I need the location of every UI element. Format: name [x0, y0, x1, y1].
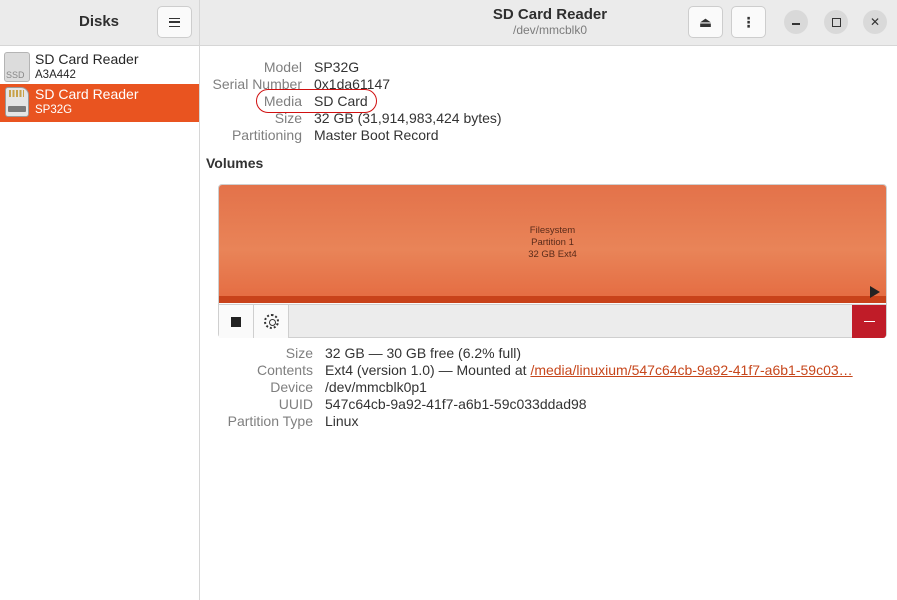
- mount-point-link[interactable]: /media/linuxium/547c64cb-9a92-41f7-a6b1-…: [530, 362, 852, 378]
- device-label: Device: [270, 379, 313, 395]
- disk-model: A3A442: [35, 69, 76, 81]
- partitioning-row: Partitioning Master Boot Record: [206, 127, 806, 144]
- disk-name: SD Card Reader: [35, 86, 139, 102]
- model-value: SP32G: [314, 59, 360, 75]
- model-row: Model SP32G: [206, 59, 806, 76]
- uuid-value: 547c64cb-9a92-41f7-a6b1-59c033ddad98: [325, 396, 587, 412]
- sd-card-icon: [5, 87, 29, 117]
- header-bar: Disks SD Card Reader /dev/mmcblk0 ⏏ ⋮ ✕: [0, 0, 897, 46]
- delete-partition-button[interactable]: [852, 305, 886, 338]
- volume-toolbar: [219, 304, 886, 338]
- window-subtitle: /dev/mmcblk0: [512, 23, 588, 37]
- drive-options-button[interactable]: ⋮: [731, 6, 766, 38]
- ssd-label: SSD: [6, 70, 25, 80]
- partitioning-label: Partitioning: [231, 127, 302, 143]
- disk-list-item-selected[interactable]: SD Card Reader SP32G: [0, 84, 199, 122]
- contents-text: Ext4 (version 1.0) — Mounted at: [325, 362, 531, 378]
- disk-name: SD Card Reader: [35, 51, 139, 67]
- maximize-icon: [831, 17, 841, 27]
- uuid-label: UUID: [278, 396, 313, 412]
- sidebar-header: Disks: [0, 0, 200, 45]
- ssd-drive-icon: SSD: [4, 52, 30, 82]
- unmount-button[interactable]: [219, 305, 254, 338]
- partition-type-text: Filesystem: [529, 225, 576, 236]
- hamburger-icon: [169, 17, 180, 27]
- partition-options-button[interactable]: [254, 305, 289, 338]
- partition-label: Filesystem Partition 1 32 GB Ext4: [219, 225, 886, 261]
- gear-icon: [263, 314, 279, 329]
- vertical-ellipsis-icon: ⋮: [741, 13, 756, 30]
- eject-button[interactable]: ⏏: [688, 6, 723, 38]
- usage-bar: [219, 296, 886, 303]
- disk-list-sidebar: SSD SD Card Reader A3A442 SD Card Reader…: [0, 46, 200, 600]
- close-icon: ✕: [869, 15, 881, 29]
- window-title: SD Card Reader: [492, 6, 608, 23]
- disk-model: SP32G: [35, 104, 73, 116]
- partition-block[interactable]: Filesystem Partition 1 32 GB Ext4: [219, 185, 886, 303]
- contents-value: Ext4 (version 1.0) — Mounted at /media/l…: [325, 362, 853, 378]
- minus-icon: [863, 320, 875, 323]
- main-menu-button[interactable]: [157, 6, 192, 38]
- minimize-button[interactable]: [784, 10, 808, 34]
- partition-size-text: 32 GB Ext4: [528, 249, 577, 260]
- vol-size-value: 32 GB — 30 GB free (6.2% full): [325, 345, 522, 361]
- contents-label: Contents: [256, 362, 313, 378]
- vol-size-label: Size: [285, 345, 313, 361]
- play-icon: [870, 286, 880, 298]
- stop-icon: [231, 316, 241, 327]
- partitioning-value: Master Boot Record: [314, 127, 439, 143]
- volume-map: Filesystem Partition 1 32 GB Ext4: [218, 184, 887, 338]
- close-button[interactable]: ✕: [863, 10, 887, 34]
- eject-icon: ⏏: [698, 13, 713, 30]
- annotation-circle: [256, 89, 377, 113]
- device-value: /dev/mmcblk0p1: [325, 379, 427, 395]
- maximize-button[interactable]: [824, 10, 848, 34]
- partition-type-label: Partition Type: [227, 413, 313, 429]
- partition-type-value: Linux: [325, 413, 359, 429]
- partition-number-text: Partition 1: [531, 237, 574, 248]
- disk-list-item[interactable]: SSD SD Card Reader A3A442: [0, 49, 199, 87]
- model-label: Model: [263, 59, 302, 75]
- minimize-icon: [792, 23, 800, 25]
- volumes-heading: Volumes: [206, 155, 264, 171]
